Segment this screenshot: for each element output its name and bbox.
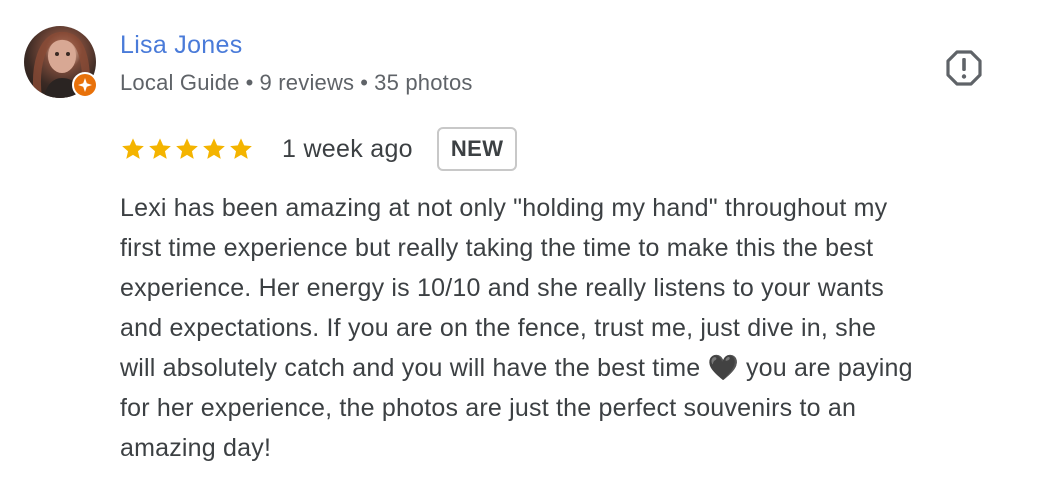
review-line: for her experience, the photos are just … xyxy=(120,394,857,422)
review-line: Lexi has been amazing at not only "holdi… xyxy=(120,194,888,222)
review-line: experience. Her energy is 10/10 and she … xyxy=(120,274,885,302)
review-line: first time experience but really taking … xyxy=(120,234,874,262)
report-flag-icon xyxy=(946,50,982,86)
review-line: amazing day! xyxy=(120,434,272,462)
star-icon xyxy=(203,138,225,159)
new-badge: NEW xyxy=(436,127,518,171)
review-card: Lisa Jones Local Guide • 9 reviews • 35 phot… xyxy=(0,0,1044,502)
review-line: and expectations. If you are on the fenc… xyxy=(120,314,877,342)
star-rating xyxy=(120,136,254,162)
meta-separator: • xyxy=(360,70,369,95)
local-guide-star-icon xyxy=(72,72,98,98)
avatar[interactable] xyxy=(24,26,98,98)
rating-row: 1 week ago NEW xyxy=(120,126,518,172)
reviewer-level: Local Guide xyxy=(120,70,240,95)
star-icon xyxy=(149,138,171,159)
star-icon xyxy=(176,138,198,159)
meta-separator: • xyxy=(245,70,254,95)
reviewer-photo-count: 35 photos xyxy=(374,70,473,95)
reviewer-review-count: 9 reviews xyxy=(259,70,355,95)
reviewer-meta: Local Guide • 9 reviews • 35 photos xyxy=(120,70,473,96)
star-icon xyxy=(122,138,144,159)
reviewer-name[interactable]: Lisa Jones xyxy=(120,31,243,60)
report-button[interactable] xyxy=(944,48,984,88)
review-text: Lexi has been amazing at not only "holdi… xyxy=(120,188,1020,468)
review-time: 1 week ago xyxy=(282,134,413,163)
review-line: will absolutely catch and you will have … xyxy=(120,354,913,382)
star-icon xyxy=(230,138,252,159)
